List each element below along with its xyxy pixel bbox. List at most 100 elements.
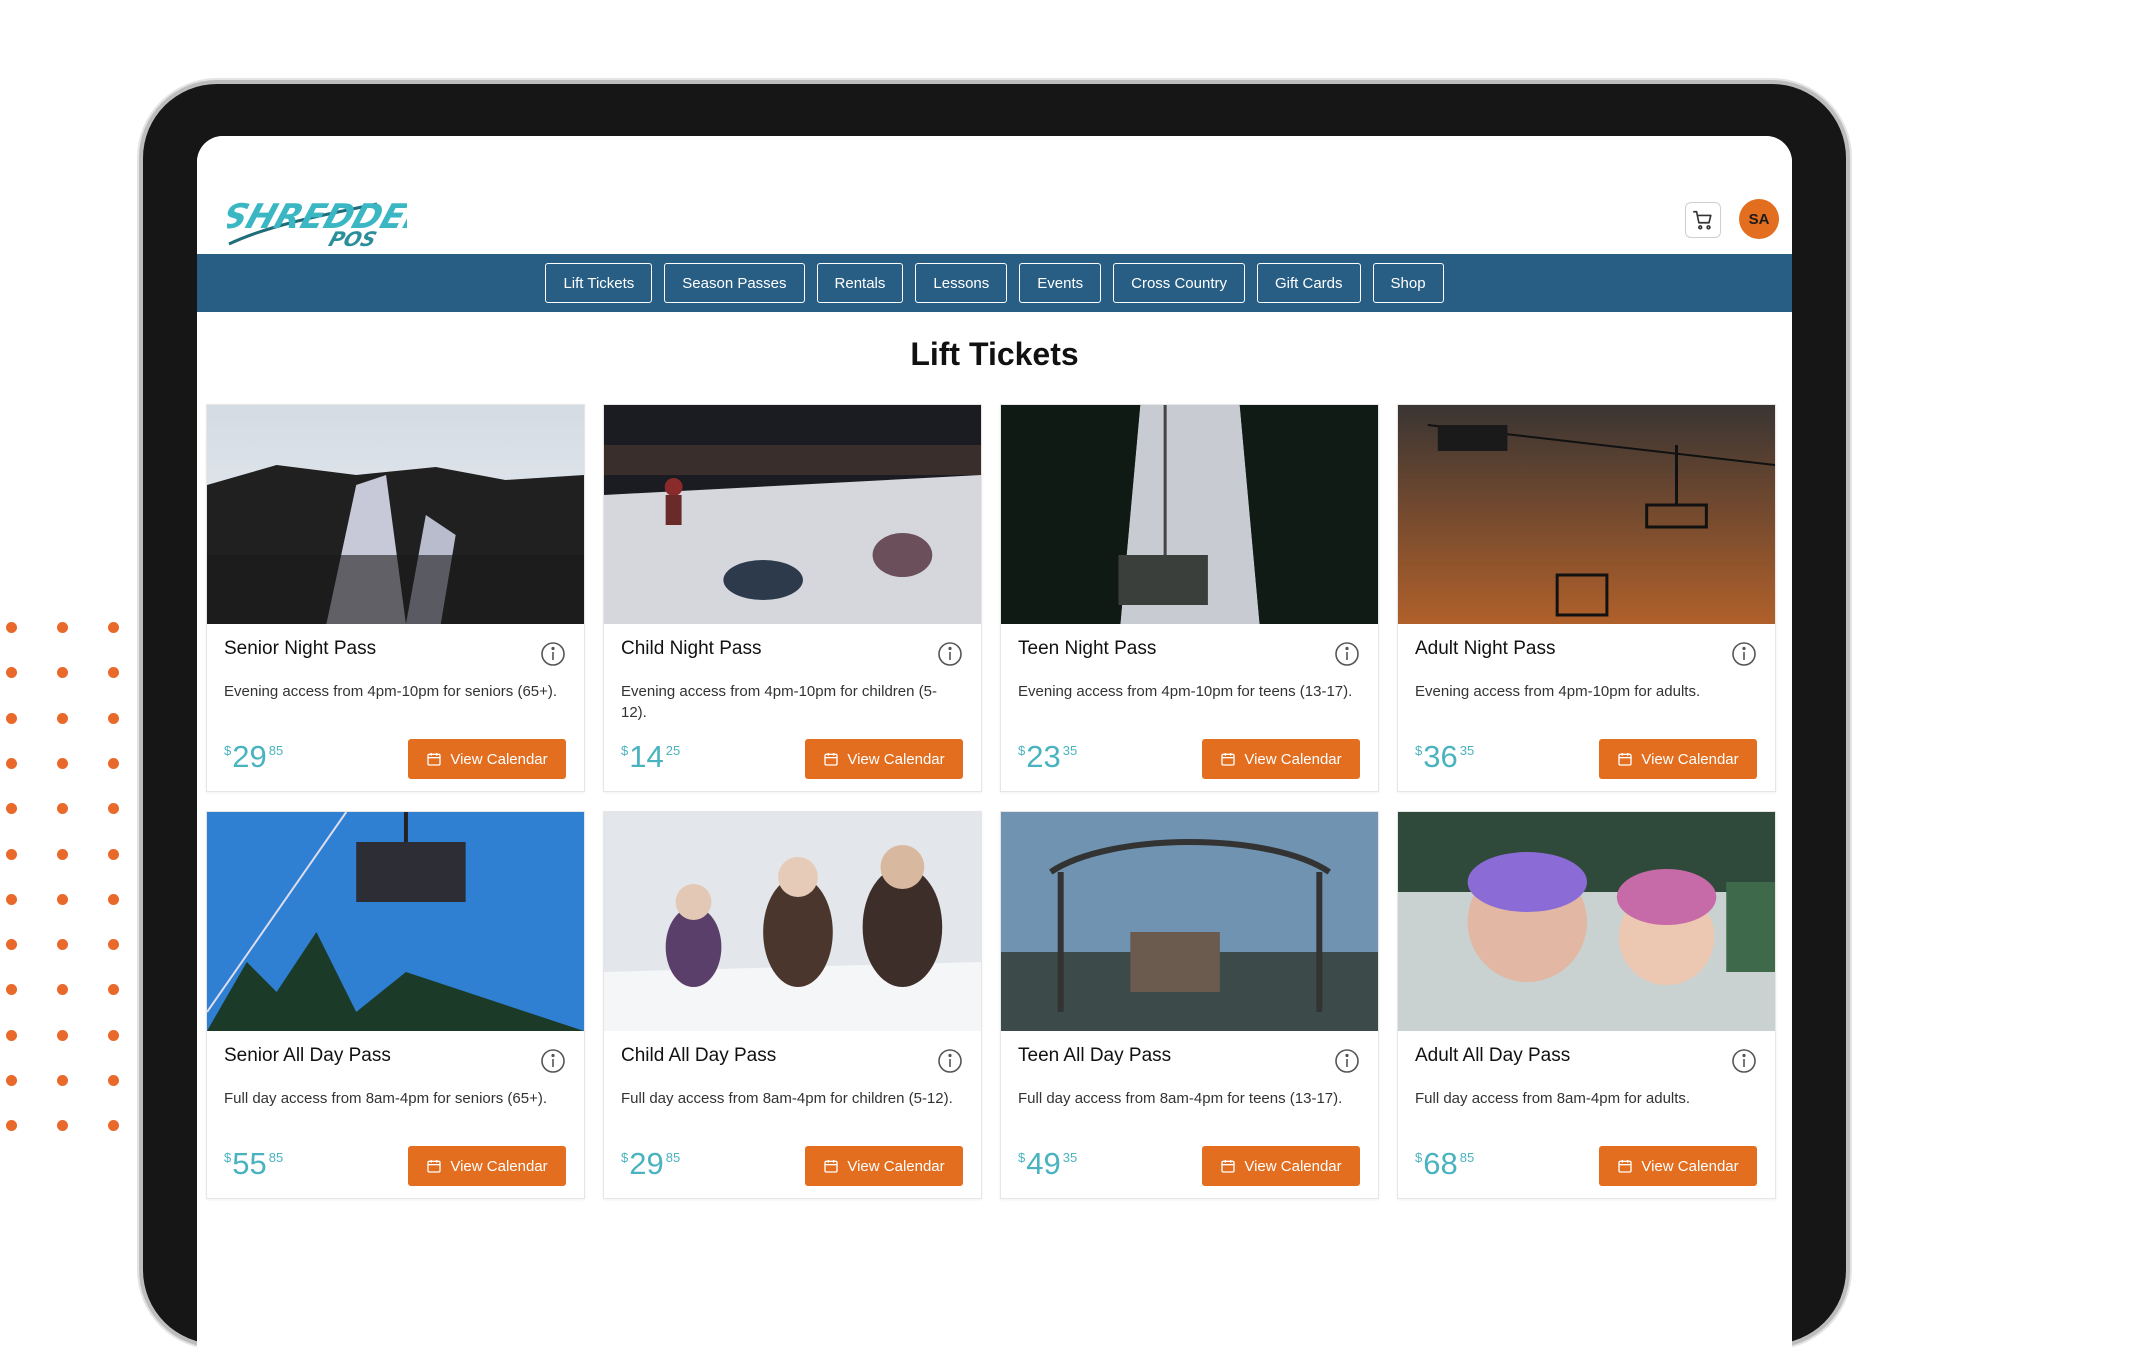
product-title: Senior Night Pass <box>224 638 377 659</box>
product-price: $23 35 <box>1018 740 1077 774</box>
category-nav: Lift Tickets Season Passes Rentals Lesso… <box>197 254 1792 312</box>
decorative-dot <box>57 622 68 633</box>
decorative-dot <box>6 622 17 633</box>
decorative-dot <box>6 939 17 951</box>
view-calendar-button[interactable]: View Calendar <box>1202 739 1360 779</box>
decorative-dot <box>108 757 119 769</box>
app-header: SHREDDER POS SA <box>197 136 1792 254</box>
price-cents: 85 <box>665 1150 681 1165</box>
calendar-icon <box>1618 1160 1633 1173</box>
info-icon[interactable] <box>1731 641 1757 667</box>
calendar-icon <box>1618 753 1633 766</box>
nav-events[interactable]: Events <box>1019 263 1102 303</box>
decorative-dot <box>108 893 119 905</box>
nav-season-passes[interactable]: Season Passes <box>664 263 805 303</box>
cart-icon <box>1693 210 1712 230</box>
decorative-dot <box>108 848 119 860</box>
view-calendar-button[interactable]: View Calendar <box>1599 1146 1757 1186</box>
info-icon[interactable] <box>937 1048 963 1074</box>
view-calendar-label: View Calendar <box>450 750 548 768</box>
product-image <box>1398 405 1775 624</box>
decorative-dot <box>6 803 17 815</box>
price-currency: $ <box>1018 743 1026 758</box>
view-calendar-button[interactable]: View Calendar <box>408 739 566 779</box>
view-calendar-label: View Calendar <box>847 1157 945 1175</box>
decorative-dot <box>108 622 119 633</box>
calendar-icon <box>1221 753 1236 766</box>
info-icon[interactable] <box>540 1048 566 1074</box>
shredder-pos-logo[interactable]: SHREDDER POS <box>227 186 407 248</box>
info-icon[interactable] <box>540 641 566 667</box>
product-image <box>604 405 981 624</box>
price-currency: $ <box>1018 1150 1026 1165</box>
product-description: Full day access from 8am-4pm for seniors… <box>224 1090 548 1107</box>
view-calendar-button[interactable]: View Calendar <box>805 739 963 779</box>
view-calendar-button[interactable]: View Calendar <box>1202 1146 1360 1186</box>
product-card: Adult Night Pass Evening access from 4pm-… <box>1397 404 1776 792</box>
product-description: Full day access from 8am-4pm for adults. <box>1415 1090 1691 1107</box>
product-description: Full day access from 8am-4pm for childre… <box>621 1090 953 1107</box>
decorative-dot <box>6 1120 17 1132</box>
nav-gift-cards[interactable]: Gift Cards <box>1256 263 1361 303</box>
view-calendar-button[interactable]: View Calendar <box>1599 739 1757 779</box>
nav-lift-tickets[interactable]: Lift Tickets <box>545 263 653 303</box>
app-screen: SHREDDER POS SA Lift Tickets Season Pass… <box>197 136 1792 1356</box>
nav-lessons[interactable]: Lessons <box>915 263 1008 303</box>
product-title: Child All Day Pass <box>621 1045 777 1066</box>
decorative-dot <box>57 712 68 724</box>
product-description: Full day access from 8am-4pm for teens (… <box>1018 1090 1343 1107</box>
product-grid: Senior Night Pass Evening access from 4pm… <box>206 404 1787 1199</box>
product-title: Child Night Pass <box>621 638 762 659</box>
product-title: Senior All Day Pass <box>224 1045 391 1066</box>
decorative-dot <box>108 939 119 951</box>
product-image <box>1398 812 1775 1031</box>
decorative-dot <box>57 667 68 679</box>
product-description: Evening access from 4pm-10pm for seniors… <box>224 683 558 700</box>
decorative-dot <box>6 1075 17 1086</box>
decorative-dot <box>108 1120 119 1132</box>
calendar-icon <box>824 1160 839 1173</box>
price-whole: 14 <box>629 739 664 774</box>
calendar-icon <box>1221 1160 1236 1173</box>
calendar-icon <box>427 1160 442 1173</box>
decorative-dot <box>6 984 17 996</box>
decorative-dot <box>108 984 119 996</box>
view-calendar-label: View Calendar <box>450 1157 548 1175</box>
decorative-dot <box>108 667 119 679</box>
calendar-icon <box>427 753 442 766</box>
info-icon[interactable] <box>1731 1048 1757 1074</box>
price-cents: 35 <box>1459 743 1475 758</box>
decorative-dot <box>6 848 17 860</box>
product-description: Evening access from 4pm-10pm for teens (… <box>1018 683 1353 700</box>
info-icon[interactable] <box>937 641 963 667</box>
price-currency: $ <box>224 1150 232 1165</box>
nav-cross-country[interactable]: Cross Country <box>1113 263 1245 303</box>
price-currency: $ <box>1415 743 1423 758</box>
view-calendar-button[interactable]: View Calendar <box>805 1146 963 1186</box>
decorative-dot <box>57 1120 68 1132</box>
decorative-dot <box>6 1029 17 1041</box>
product-title: Adult All Day Pass <box>1415 1045 1571 1066</box>
price-whole: 29 <box>629 1146 664 1181</box>
decorative-dots <box>0 622 119 1142</box>
info-icon[interactable] <box>1334 1048 1360 1074</box>
user-avatar[interactable]: SA <box>1739 199 1779 239</box>
product-description: Evening access from 4pm-10pm for adults. <box>1415 683 1701 700</box>
decorative-dot <box>108 1029 119 1041</box>
info-icon[interactable] <box>1334 641 1360 667</box>
cart-button[interactable] <box>1685 202 1721 238</box>
product-image <box>207 812 584 1031</box>
product-title: Teen Night Pass <box>1018 638 1157 659</box>
svg-text:SHREDDER: SHREDDER <box>227 198 407 237</box>
nav-rentals[interactable]: Rentals <box>816 263 904 303</box>
view-calendar-button[interactable]: View Calendar <box>408 1146 566 1186</box>
svg-text:POS: POS <box>326 227 380 248</box>
price-cents: 25 <box>665 743 681 758</box>
view-calendar-label: View Calendar <box>1244 1157 1342 1175</box>
view-calendar-label: View Calendar <box>847 750 945 768</box>
price-currency: $ <box>1415 1150 1423 1165</box>
product-image <box>604 812 981 1031</box>
nav-shop[interactable]: Shop <box>1372 263 1444 303</box>
price-currency: $ <box>224 743 232 758</box>
product-card: Senior All Day Pass Full day access from … <box>206 811 585 1199</box>
